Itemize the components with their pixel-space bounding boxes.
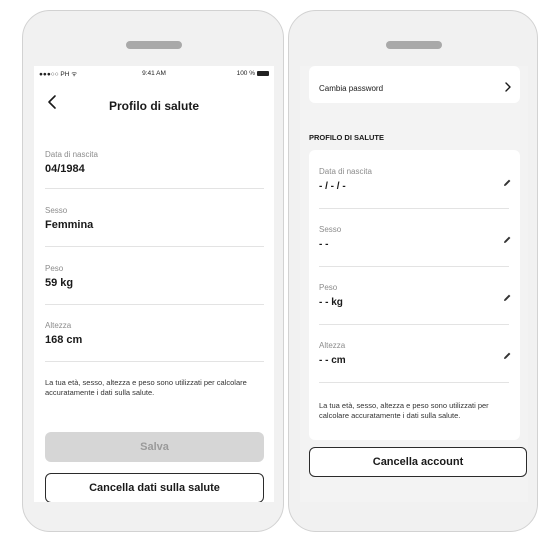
field-value: - / - / -: [319, 181, 346, 192]
field-label: Sesso: [319, 225, 342, 234]
chevron-right-icon: [505, 82, 511, 92]
info-note: La tua età, sesso, altezza e peso sono u…: [45, 378, 247, 397]
battery-text: 100 %: [236, 69, 256, 77]
field-value: Femmina: [45, 219, 94, 231]
height-field[interactable]: Altezza 168 cm: [45, 321, 264, 346]
page-title: Profilo di salute: [108, 99, 199, 113]
info-note: La tua età, sesso, altezza e peso sono u…: [319, 401, 489, 420]
section-title: PROFILO DI SALUTE: [309, 133, 384, 142]
field-value: 168 cm: [45, 334, 83, 346]
pencil-icon[interactable]: [502, 235, 512, 245]
field-label: Sesso: [45, 206, 68, 215]
nav-bar: Profilo di salute: [34, 90, 274, 118]
save-button[interactable]: Salva: [45, 432, 264, 462]
weight-field[interactable]: Peso - - kg: [319, 283, 509, 308]
field-label: Data di nascita: [45, 150, 98, 159]
field-value: - - cm: [319, 355, 346, 366]
pencil-icon[interactable]: [502, 293, 512, 303]
change-password-label: Cambia password: [319, 84, 384, 93]
health-profile-card: Data di nascita - / - / - Sesso - - Peso…: [309, 150, 520, 440]
account-screen: Cambia password PROFILO DI SALUTE Data d…: [300, 66, 528, 502]
height-field[interactable]: Altezza - - cm: [319, 341, 509, 366]
field-label: Altezza: [45, 321, 72, 330]
field-value: 04/1984: [45, 163, 85, 175]
clock-text: 9:41 AM: [142, 69, 166, 77]
field-label: Data di nascita: [319, 167, 372, 176]
change-password-row[interactable]: Cambia password: [309, 66, 520, 103]
field-value: - - kg: [319, 297, 343, 308]
divider: [319, 382, 509, 383]
status-bar: ●●●○○ PH ᯤ 9:41 AM 100 %: [34, 66, 274, 80]
delete-health-data-button[interactable]: Cancella dati sulla salute: [45, 473, 264, 502]
delete-account-button[interactable]: Cancella account: [309, 447, 527, 477]
phone-speaker: [126, 41, 182, 49]
weight-field[interactable]: Peso 59 kg: [45, 264, 264, 289]
divider: [45, 361, 264, 362]
phone-frame-left: ●●●○○ PH ᯤ 9:41 AM 100 % Profilo di salu…: [22, 10, 284, 532]
field-label: Peso: [45, 264, 64, 273]
divider: [319, 324, 509, 325]
birthdate-field[interactable]: Data di nascita 04/1984: [45, 150, 264, 175]
pencil-icon[interactable]: [502, 178, 512, 188]
divider: [319, 208, 509, 209]
birthdate-field[interactable]: Data di nascita - / - / -: [319, 167, 509, 192]
divider: [319, 266, 509, 267]
pencil-icon[interactable]: [502, 351, 512, 361]
phone-frame-right: Cambia password PROFILO DI SALUTE Data d…: [288, 10, 538, 532]
divider: [45, 304, 264, 305]
divider: [45, 246, 264, 247]
sex-field[interactable]: Sesso Femmina: [45, 206, 264, 231]
battery-icon: [257, 70, 270, 76]
sex-field[interactable]: Sesso - -: [319, 225, 509, 250]
field-label: Altezza: [319, 341, 346, 350]
field-value: - -: [319, 239, 329, 250]
field-label: Peso: [319, 283, 338, 292]
divider: [45, 188, 264, 189]
field-value: 59 kg: [45, 277, 74, 289]
phone-speaker: [386, 41, 442, 49]
carrier-text: ●●●○○ PH ᯤ: [39, 70, 78, 78]
health-profile-screen: ●●●○○ PH ᯤ 9:41 AM 100 % Profilo di salu…: [34, 66, 274, 502]
